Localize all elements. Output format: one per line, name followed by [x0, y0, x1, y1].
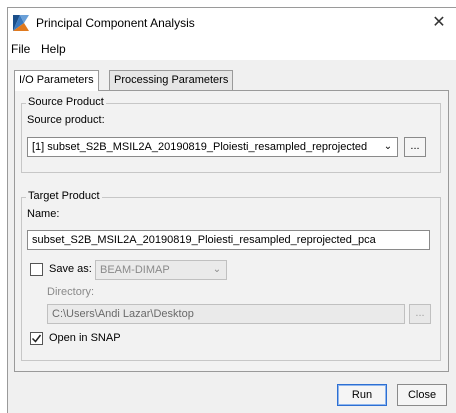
tab-processing-parameters[interactable]: Processing Parameters [109, 70, 234, 90]
open-in-snap-label: Open in SNAP [49, 332, 121, 344]
source-browse-button[interactable]: ... [404, 137, 426, 157]
menu-bar: File Help [8, 39, 456, 60]
window-title: Principal Component Analysis [36, 16, 195, 30]
save-as-label: Save as: [49, 263, 92, 275]
menu-file[interactable]: File [11, 42, 30, 56]
menu-help[interactable]: Help [41, 42, 66, 56]
directory-browse-button[interactable]: ... [409, 304, 431, 324]
title-bar: Principal Component Analysis ✕ [8, 8, 456, 39]
tab-io-parameters[interactable]: I/O Parameters [14, 70, 99, 91]
source-product-label: Source product: [27, 114, 105, 126]
save-format-select[interactable]: BEAM-DIMAP ⌄ [95, 260, 227, 280]
open-in-snap-checkbox[interactable] [30, 332, 43, 345]
run-button[interactable]: Run [337, 384, 387, 406]
snap-app-icon [12, 14, 30, 32]
chevron-down-icon: ⌄ [212, 264, 222, 275]
source-product-select[interactable]: [1] subset_S2B_MSIL2A_20190819_Ploiesti_… [27, 137, 398, 157]
source-product-group-title: Source Product [26, 96, 106, 108]
target-name-field[interactable]: subset_S2B_MSIL2A_20190819_Ploiesti_resa… [27, 230, 430, 250]
directory-label: Directory: [47, 286, 95, 298]
directory-field[interactable]: C:\Users\Andi Lazar\Desktop [47, 304, 405, 324]
target-product-group: Target Product Name: subset_S2B_MSIL2A_2… [21, 190, 441, 361]
target-product-group-title: Target Product [26, 190, 102, 202]
target-name-label: Name: [27, 208, 60, 220]
save-as-checkbox[interactable] [30, 263, 43, 276]
source-product-group: Source Product Source product: [1] subse… [21, 96, 441, 173]
chevron-down-icon: ⌄ [383, 141, 393, 152]
io-parameters-panel: Source Product Source product: [1] subse… [14, 90, 449, 372]
close-window-icon[interactable]: ✕ [428, 12, 450, 34]
checkmark-icon [31, 334, 42, 343]
close-button[interactable]: Close [397, 384, 447, 406]
save-format-value: BEAM-DIMAP [100, 264, 170, 276]
source-product-value: [1] subset_S2B_MSIL2A_20190819_Ploiesti_… [32, 141, 368, 153]
